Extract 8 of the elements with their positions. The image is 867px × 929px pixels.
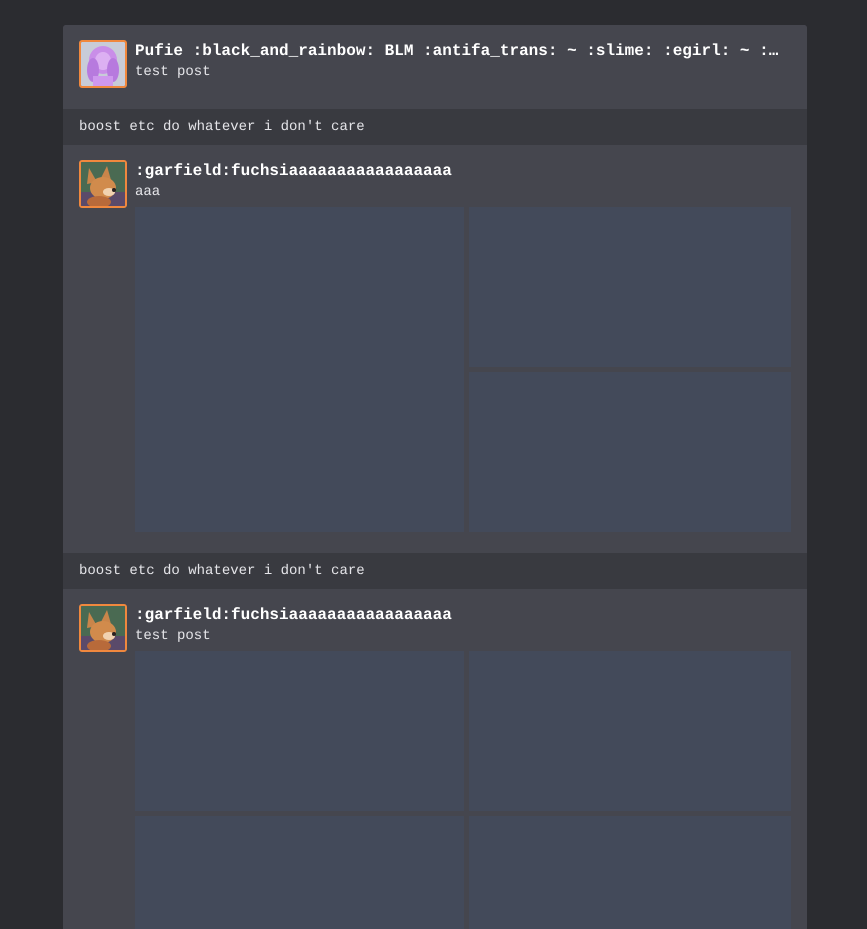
post-text: test post — [135, 63, 212, 82]
boost-notice: boost etc do whatever i don't care — [63, 109, 807, 145]
author-name[interactable]: :garfield:fuchsiaaaaaaaaaaaaaaaaa — [135, 604, 791, 626]
author-name[interactable]: Pufie :black_and_rainbow: BLM :antifa_trans: ~ :slime: :egirl: ~ :… — [135, 40, 791, 62]
author-name[interactable]: :garfield:fuchsiaaaaaaaaaaaaaaaaa — [135, 160, 791, 182]
post-text: aaa — [135, 183, 162, 202]
boost-notice: boost etc do whatever i don't care — [63, 553, 807, 589]
post-text: test post — [135, 627, 212, 646]
